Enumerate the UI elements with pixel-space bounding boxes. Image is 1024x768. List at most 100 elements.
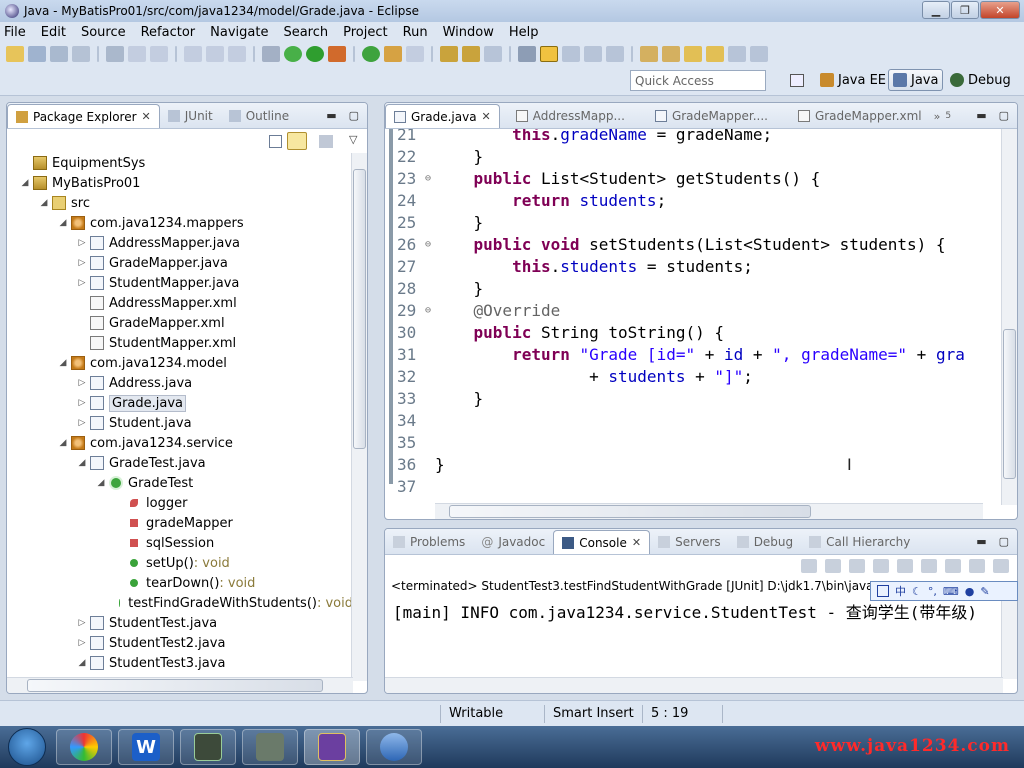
display-console-icon[interactable]	[993, 559, 1009, 573]
tab-call-hierarchy[interactable]: Call Hierarchy	[801, 530, 918, 554]
block-selection-icon[interactable]	[562, 46, 580, 62]
link-with-editor-icon[interactable]	[287, 132, 307, 150]
expand-arrow-icon[interactable]: ▷	[76, 398, 88, 408]
expand-arrow-icon[interactable]: ◢	[38, 198, 50, 208]
open-task-icon[interactable]	[106, 46, 124, 62]
previous-annotation-icon[interactable]	[662, 46, 680, 62]
close-button[interactable]: ✕	[980, 1, 1020, 19]
tree-item[interactable]: ◢ src	[7, 193, 353, 213]
menu-window[interactable]: Window	[443, 25, 494, 40]
paragraph-icon[interactable]	[606, 46, 624, 62]
new-icon[interactable]	[6, 46, 24, 62]
keyboard-icon[interactable]: ⌨	[943, 585, 959, 598]
taskbar-app-wps[interactable]: W	[118, 729, 174, 765]
tree-item[interactable]: ▷ AddressMapper.java	[7, 233, 353, 253]
open-console-icon[interactable]	[969, 559, 985, 573]
menu-help[interactable]: Help	[509, 25, 539, 40]
back-icon[interactable]	[684, 46, 702, 62]
coverage-icon[interactable]	[328, 46, 346, 62]
expand-arrow-icon[interactable]: ▷	[76, 278, 88, 288]
menu-file[interactable]: File	[4, 25, 26, 40]
horizontal-scrollbar[interactable]	[7, 677, 353, 693]
highlight-icon[interactable]	[540, 46, 558, 62]
code-line[interactable]: public String toString() {	[435, 322, 724, 344]
code-line[interactable]: }	[435, 212, 484, 234]
tab-console[interactable]: Console ✕	[553, 530, 651, 554]
minimize-view-icon[interactable]: ▬	[976, 109, 986, 122]
open-type-icon[interactable]	[406, 46, 424, 62]
perspective-debug[interactable]: Debug	[946, 69, 1015, 91]
expand-arrow-icon[interactable]: ◢	[76, 658, 88, 668]
maximize-view-icon[interactable]: ▢	[999, 535, 1009, 548]
code-line[interactable]: public void setStudents(List<Student> st…	[435, 234, 946, 256]
tree-item[interactable]: ◢ GradeTest	[7, 473, 353, 493]
tree-item[interactable]: ▷ StudentTest2.java	[7, 633, 353, 653]
scroll-lock-icon[interactable]	[873, 559, 889, 573]
taskbar-app-pinwheel[interactable]	[56, 729, 112, 765]
open-folder-icon[interactable]	[440, 46, 458, 62]
tab-package-explorer[interactable]: Package Explorer ✕	[7, 104, 160, 128]
tab-outline[interactable]: Outline	[221, 104, 297, 128]
code-line[interactable]: return "Grade [id=" + id + ", gradeName=…	[435, 344, 965, 366]
terminate-icon[interactable]	[228, 46, 246, 62]
tree-item[interactable]: ▷ Student.java	[7, 413, 353, 433]
expand-arrow-icon[interactable]: ▷	[76, 638, 88, 648]
fold-toggle-icon[interactable]: ⊖	[425, 234, 431, 256]
expand-arrow-icon[interactable]: ◢	[57, 358, 69, 368]
menu-source[interactable]: Source	[81, 25, 126, 40]
tree-item[interactable]: ◢ GradeTest.java	[7, 453, 353, 473]
close-icon[interactable]: ✕	[142, 110, 151, 123]
fold-toggle-icon[interactable]: ⊖	[425, 300, 431, 322]
tree-item[interactable]: tearDown() : void	[7, 573, 353, 593]
run-icon[interactable]	[306, 46, 324, 62]
tab-javadoc[interactable]: @ Javadoc	[473, 530, 553, 554]
redo-icon[interactable]	[150, 46, 168, 62]
code-line[interactable]: }	[435, 146, 484, 168]
fold-toggle-icon[interactable]: ⊖	[425, 168, 431, 190]
scrollbar-thumb[interactable]	[353, 169, 366, 449]
taskbar-app-eclipse[interactable]	[304, 729, 360, 765]
tree-item[interactable]: setUp() : void	[7, 553, 353, 573]
tab-grademapper-xml[interactable]: GradeMapper.xml	[790, 104, 930, 128]
vertical-scrollbar[interactable]	[351, 153, 367, 681]
punctuation-icon[interactable]: °,	[928, 585, 937, 598]
close-icon[interactable]: ✕	[632, 536, 641, 549]
tree-item[interactable]: StudentMapper.xml	[7, 333, 353, 353]
minimize-button[interactable]: ▁	[922, 1, 950, 19]
pin-editor-icon[interactable]	[750, 46, 768, 62]
step-icon[interactable]	[184, 46, 202, 62]
start-button[interactable]	[8, 728, 46, 766]
tree-item[interactable]: testFindGradeWithStudents() : void	[7, 593, 353, 613]
scrollbar-thumb[interactable]	[1003, 329, 1016, 479]
quick-access-input[interactable]: Quick Access	[630, 70, 766, 91]
expand-arrow-icon[interactable]: ◢	[95, 478, 107, 488]
print-icon[interactable]	[72, 46, 90, 62]
expand-arrow-icon[interactable]: ▷	[76, 618, 88, 628]
vertical-scrollbar[interactable]	[1001, 589, 1017, 679]
perspective-java[interactable]: Java	[888, 69, 944, 91]
expand-arrow-icon[interactable]: ▷	[76, 378, 88, 388]
perspective-java-ee[interactable]: Java EE	[816, 69, 890, 91]
console-output[interactable]: [main] INFO com.java1234.service.Student…	[393, 599, 977, 623]
tree-item[interactable]: ◢ com.java1234.mappers	[7, 213, 353, 233]
expand-arrow-icon[interactable]: ▷	[76, 418, 88, 428]
remove-all-icon[interactable]	[849, 559, 865, 573]
expand-arrow-icon[interactable]: ◢	[76, 458, 88, 468]
view-menu-icon[interactable]: ▽	[349, 133, 357, 146]
expand-arrow-icon[interactable]: ◢	[57, 218, 69, 228]
word-wrap-icon[interactable]	[897, 559, 913, 573]
code-line[interactable]: public List<Student> getStudents() {	[435, 168, 821, 190]
tree-item[interactable]: AddressMapper.xml	[7, 293, 353, 313]
minimize-view-icon[interactable]: ▬	[326, 109, 336, 122]
pencil-icon[interactable]	[484, 46, 502, 62]
code-line[interactable]: }	[435, 454, 445, 476]
ime-chinese-label[interactable]: 中	[895, 583, 906, 599]
menu-navigate[interactable]: Navigate	[210, 25, 268, 40]
code-line[interactable]: this.students = students;	[435, 256, 753, 278]
last-edit-icon[interactable]	[728, 46, 746, 62]
expand-arrow-icon[interactable]: ◢	[19, 178, 31, 188]
new-java-class-icon[interactable]	[362, 46, 380, 62]
tree-item[interactable]: EquipmentSys	[7, 153, 353, 173]
tab-addressmapper-xml[interactable]: AddressMapp...	[508, 104, 633, 128]
code-line[interactable]: }	[435, 278, 484, 300]
